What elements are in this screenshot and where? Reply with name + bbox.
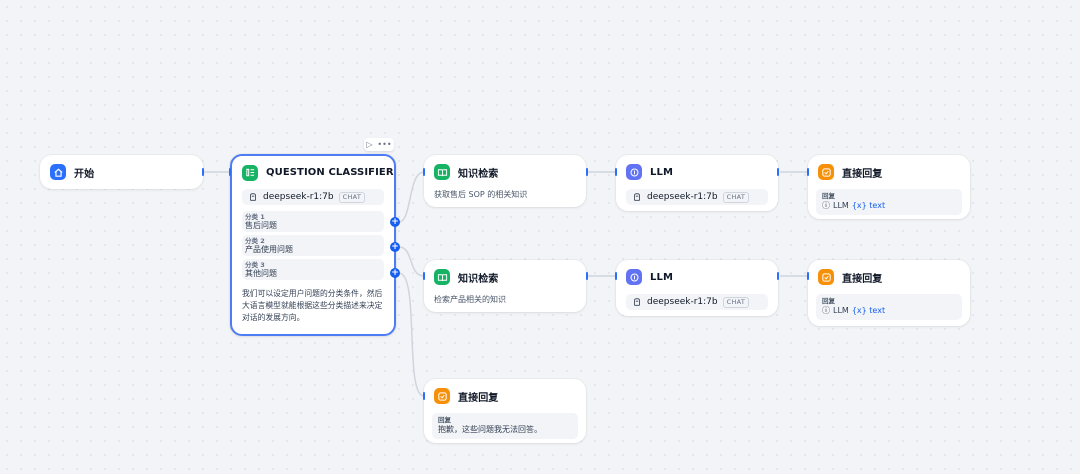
- answer-node-1[interactable]: 直接回复 回复 ⓘ LLM {x} text: [808, 155, 970, 219]
- answer-source: LLM: [833, 201, 849, 210]
- classifier-model-badge: CHAT: [338, 191, 366, 203]
- class-item-1: 分类 1 售后问题: [242, 211, 384, 232]
- llm-icon: [626, 164, 642, 180]
- answer-title: 直接回复: [842, 168, 883, 180]
- class-text: 其他问题: [245, 269, 277, 278]
- question-classifier-node[interactable]: QUESTION CLASSIFIER deepseek-r1:7b CHAT …: [230, 154, 396, 336]
- start-node-title: 开始: [74, 168, 95, 180]
- class-item-3: 分类 3 其他问题: [242, 259, 384, 280]
- answer-2-input-handle[interactable]: [807, 272, 809, 280]
- llm-model-badge: CHAT: [722, 191, 750, 203]
- llm-1-input-handle[interactable]: [615, 168, 617, 176]
- llm-model-name: deepseek-r1:7b: [647, 192, 718, 202]
- llm-title: LLM: [650, 271, 673, 283]
- class-3-output-handle[interactable]: +: [390, 268, 400, 278]
- edge-class3-answer3: [398, 272, 425, 397]
- answer-text: 抱歉，这些问题我无法回答。: [438, 425, 542, 434]
- answer-node-2[interactable]: 直接回复 回复 ⓘ LLM {x} text: [808, 260, 970, 326]
- answer-content: 回复 ⓘ LLM {x} text: [816, 189, 962, 215]
- class-item-2: 分类 2 产品使用问题: [242, 235, 384, 256]
- reply-icon: [818, 164, 834, 180]
- answer-1-input-handle[interactable]: [807, 168, 809, 176]
- class-label: 分类 3: [245, 261, 265, 269]
- class-2-output-handle[interactable]: +: [390, 242, 400, 252]
- class-text: 产品使用问题: [245, 245, 293, 254]
- answer-source: LLM: [833, 306, 849, 315]
- start-node[interactable]: 开始: [40, 155, 203, 189]
- play-icon[interactable]: ▷: [366, 140, 372, 149]
- llm-model-selector[interactable]: deepseek-r1:7b CHAT: [626, 294, 768, 310]
- answer-content: 回复 抱歉，这些问题我无法回答。: [432, 413, 578, 439]
- classifier-description: 我们可以设定用户问题的分类条件，然后大语言模型就能根据这些分类描述来决定对话的发…: [242, 289, 383, 322]
- llm-source-icon: ⓘ: [822, 201, 830, 210]
- answer-label: 回复: [822, 192, 835, 200]
- model-icon: [634, 193, 640, 201]
- llm-model-selector[interactable]: deepseek-r1:7b CHAT: [626, 189, 768, 205]
- llm-node-2[interactable]: LLM deepseek-r1:7b CHAT: [616, 260, 778, 316]
- class-label: 分类 2: [245, 237, 265, 245]
- knowledge-2-input-handle[interactable]: [423, 272, 425, 280]
- book-icon: [434, 164, 450, 180]
- class-text: 售后问题: [245, 221, 277, 230]
- reply-icon: [434, 388, 450, 404]
- llm-source-icon: ⓘ: [822, 306, 830, 315]
- model-icon: [250, 193, 256, 201]
- model-icon: [634, 298, 640, 306]
- edge-class2-knowledge2: [398, 246, 425, 277]
- llm-model-name: deepseek-r1:7b: [647, 297, 718, 307]
- knowledge-title: 知识检索: [458, 273, 499, 285]
- knowledge-1-input-handle[interactable]: [423, 168, 425, 176]
- reply-icon: [818, 269, 834, 285]
- answer-content: 回复 ⓘ LLM {x} text: [816, 294, 962, 320]
- answer-label: 回复: [822, 297, 835, 305]
- llm-title: LLM: [650, 166, 673, 178]
- classifier-title: QUESTION CLASSIFIER: [266, 167, 394, 178]
- llm-1-output-handle[interactable]: [777, 168, 779, 176]
- classifier-icon: [242, 164, 258, 181]
- knowledge-description: 检索产品相关的知识: [434, 295, 506, 304]
- llm-2-output-handle[interactable]: [777, 272, 779, 280]
- knowledge-1-output-handle[interactable]: [586, 168, 588, 176]
- answer-title: 直接回复: [458, 392, 499, 404]
- knowledge-description: 获取售后 SOP 的相关知识: [434, 190, 528, 199]
- home-icon: [50, 164, 66, 180]
- class-label: 分类 1: [245, 213, 265, 221]
- knowledge-2-output-handle[interactable]: [586, 272, 588, 280]
- start-output-handle[interactable]: [202, 168, 204, 176]
- llm-2-input-handle[interactable]: [615, 272, 617, 280]
- llm-icon: [626, 269, 642, 285]
- answer-3-input-handle[interactable]: [423, 392, 425, 400]
- classifier-input-handle[interactable]: [229, 168, 231, 176]
- answer-node-3[interactable]: 直接回复 回复 抱歉，这些问题我无法回答。: [424, 379, 586, 443]
- node-toolbar: ▷ •••: [364, 138, 394, 151]
- book-icon: [434, 269, 450, 285]
- llm-node-1[interactable]: LLM deepseek-r1:7b CHAT: [616, 155, 778, 211]
- more-horizontal-icon[interactable]: •••: [377, 140, 391, 149]
- answer-title: 直接回复: [842, 273, 883, 285]
- variable-tag: {x} text: [851, 306, 886, 315]
- answer-label: 回复: [438, 416, 451, 424]
- knowledge-title: 知识检索: [458, 168, 499, 180]
- edge-class1-knowledge1: [398, 171, 425, 223]
- knowledge-retrieval-node-1[interactable]: 知识检索 获取售后 SOP 的相关知识: [424, 155, 586, 207]
- variable-tag: {x} text: [851, 201, 886, 210]
- knowledge-retrieval-node-2[interactable]: 知识检索 检索产品相关的知识: [424, 260, 586, 312]
- llm-model-badge: CHAT: [722, 296, 750, 308]
- classifier-model-selector[interactable]: deepseek-r1:7b CHAT: [242, 189, 384, 205]
- classifier-model-name: deepseek-r1:7b: [263, 192, 334, 202]
- class-1-output-handle[interactable]: +: [390, 217, 400, 227]
